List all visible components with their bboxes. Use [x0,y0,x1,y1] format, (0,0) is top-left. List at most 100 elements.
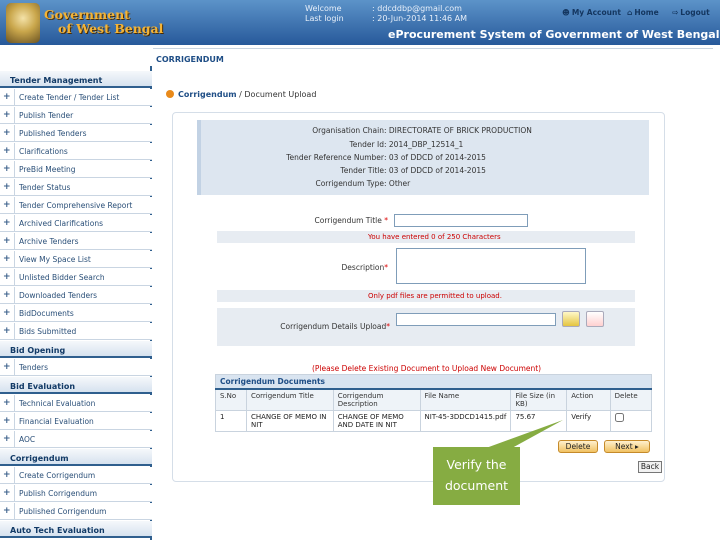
logout-label: Logout [680,8,710,17]
arrow-right-icon: ▸ [635,442,639,451]
upload-file-input[interactable] [396,313,556,326]
delete-checkbox[interactable] [614,413,624,422]
sidebar-item-label: Publish Tender [19,111,74,120]
callout-line1: Verify the [446,457,507,472]
upload-label: Corrigendum Details Upload* [240,322,390,331]
description-label: Description* [260,263,388,272]
column-header: S.No [215,388,247,411]
sidebar-section-title[interactable]: Corrigendum [0,449,152,466]
description-textarea[interactable] [396,248,586,284]
sidebar-item[interactable]: + PreBid Meeting [0,161,152,178]
sidebar-item-label: Create Corrigendum [19,471,96,480]
sidebar-item-label: Tenders [19,363,49,372]
corrigendum-type-value: : Other [384,179,411,188]
expand-plus-icon: + [3,506,11,516]
verify-link[interactable]: Verify [566,410,611,432]
sidebar-item-label: Archive Tenders [19,237,79,246]
sidebar-item[interactable]: + Clarifications [0,143,152,160]
sidebar-section-title[interactable]: Bid Evaluation [0,377,152,394]
sidebar-item[interactable]: + Publish Tender [0,107,152,124]
upload-folder-icon[interactable] [562,311,580,327]
expand-plus-icon: + [3,470,11,480]
clear-file-icon[interactable] [586,311,604,327]
sidebar-item-divider [14,269,15,286]
expand-plus-icon: + [3,236,11,246]
home-link[interactable]: ⌂ Home [627,8,659,17]
logout-icon: ⇨ [672,8,679,17]
sidebar-section-title[interactable]: Tender Management [0,71,152,88]
sidebar-item-divider [14,359,15,376]
sidebar-item-divider [14,107,15,124]
column-header: Delete [609,388,653,411]
expand-plus-icon: + [3,218,11,228]
sidebar-item[interactable]: + Tender Status [0,179,152,196]
sidebar-item[interactable]: + Downloaded Tenders [0,287,152,304]
sidebar-item-label: Bids Submitted [19,327,77,336]
sidebar-item[interactable]: + Tenders [0,359,152,376]
sidebar-item[interactable]: + Archive Tenders [0,233,152,250]
expand-plus-icon: + [3,488,11,498]
sidebar-item-label: Unlisted Bidder Search [19,273,105,282]
required-star: * [384,216,388,225]
sidebar-item[interactable]: + Technical Evaluation [0,395,152,412]
sidebar-item-divider [14,485,15,502]
my-account-label: My Account [571,8,621,17]
my-account-link[interactable]: ☻ My Account [562,8,621,17]
breadcrumb-corrigendum[interactable]: Corrigendum [178,90,237,99]
sidebar-item[interactable]: + Published Tenders [0,125,152,142]
required-star: * [386,322,390,331]
sidebar-item-divider [14,323,15,340]
sidebar-item-label: Create Tender / Tender List [19,93,120,102]
system-title: eProcurement System of Government of Wes… [388,28,720,41]
sidebar-item-label: Published Corrigendum [19,507,107,516]
sidebar-item[interactable]: + Unlisted Bidder Search [0,269,152,286]
sidebar-item[interactable]: + Tender Comprehensive Report [0,197,152,214]
table-cell: 75.67 [510,410,568,432]
state-emblem-icon [6,3,40,43]
sidebar-item-divider [14,233,15,250]
table-cell: CHANGE OF MEMO IN NIT [245,410,334,432]
user-icon: ☻ [562,8,570,17]
next-button[interactable]: Next ▸ [604,440,650,453]
column-header: File Size (in KB) [510,388,568,411]
corrigendum-title-input[interactable] [394,214,528,227]
column-header: File Name [419,388,512,411]
back-button[interactable]: Back [638,461,662,473]
sidebar-item-label: AOC [19,435,36,444]
sidebar-item[interactable]: + Create Corrigendum [0,467,152,484]
table-cell: NIT-45-3DDCD1415.pdf [419,410,512,432]
top-header: Government of West Bengal Welcome : ddcd… [0,0,720,45]
sidebar-item[interactable]: + Publish Corrigendum [0,485,152,502]
sidebar-item[interactable]: + Create Tender / Tender List [0,89,152,106]
sidebar-item-label: Archived Clarifications [19,219,104,228]
sidebar-item[interactable]: + Published Corrigendum [0,503,152,520]
breadcrumb-arrow-icon [166,90,174,98]
sidebar-item[interactable]: + Bids Submitted [0,323,152,340]
corrigendum-title-label: Corrigendum Title * [260,216,389,225]
home-icon: ⌂ [627,8,633,17]
sidebar-item[interactable]: + View My Space List [0,251,152,268]
sidebar-item-label: Published Tenders [19,129,87,138]
delete-existing-note: (Please Delete Existing Document to Uplo… [312,364,542,373]
required-star: * [384,263,388,272]
expand-plus-icon: + [3,272,11,282]
tender-title-label: Tender Title [340,166,384,175]
delete-button[interactable]: Delete [558,440,598,453]
expand-plus-icon: + [3,326,11,336]
sidebar-item[interactable]: + BidDocuments [0,305,152,322]
sidebar-item-label: Tender Comprehensive Report [19,201,133,210]
delete-checkbox-cell [609,410,653,432]
table-cell: CHANGE OF MEMO AND DATE IN NIT [332,410,421,432]
sidebar-section-title[interactable]: Auto Tech Evaluation [0,521,152,538]
sidebar-item[interactable]: + Financial Evaluation [0,413,152,430]
documents-table: Corrigendum Documents S.No Corrigendum Tit… [215,374,653,432]
logout-link[interactable]: ⇨ Logout [672,8,710,17]
sidebar-item[interactable]: + Archived Clarifications [0,215,152,232]
sidebar-item[interactable]: + AOC [0,431,152,448]
sidebar-section-title[interactable]: Bid Opening [0,341,152,358]
sidebar-item-label: Publish Corrigendum [19,489,98,498]
tender-id-label: Tender Id [349,140,385,149]
sidebar-item-divider [14,161,15,178]
tender-ref-value: : 03 of DDCD of 2014-2015 [384,153,486,162]
org-chain-label: Organisation Chain [312,126,384,135]
